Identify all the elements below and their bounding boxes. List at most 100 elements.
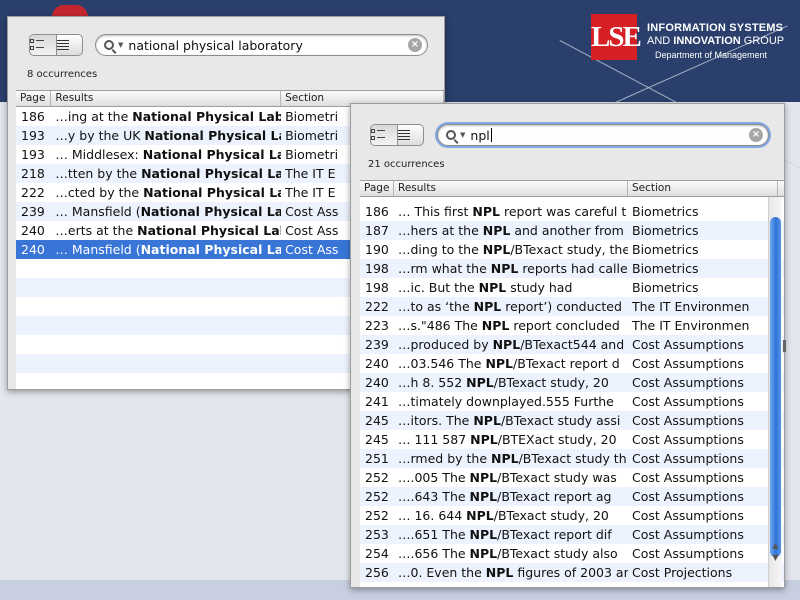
search-query-text: npl	[470, 127, 490, 143]
result-suffix: /BTexact study th	[518, 451, 627, 466]
table-row[interactable]: 240 …03.546 The NPL/BTexact report d Cost …	[360, 354, 784, 373]
search-field[interactable]: ▼ npl ×	[437, 124, 769, 146]
cell-page: 240	[21, 242, 45, 257]
column-page[interactable]: Page	[360, 181, 394, 196]
search-options-caret-icon[interactable]: ▼	[460, 131, 465, 139]
result-prefix: … This first	[398, 204, 473, 219]
result-match: NPL	[469, 527, 498, 542]
occurrence-count: 21 occurrences	[368, 159, 445, 170]
table-row[interactable]: 245 …itors. The NPL/BTexact study assi Cos…	[360, 411, 784, 430]
cell-section: Cost Assumptions	[632, 546, 744, 561]
cell-result: …produced by NPL/BTexact544 and	[394, 335, 628, 354]
cell-page: 193	[21, 128, 45, 143]
result-suffix: /BTexact study also	[497, 546, 618, 561]
result-suffix: and another from	[510, 223, 624, 238]
cell-result: …ding to the NPL/BTexact study, the	[394, 240, 628, 259]
clear-search-icon[interactable]: ×	[749, 128, 763, 142]
cell-result: …ic. But the NPL study had	[394, 278, 628, 297]
search-query[interactable]: national physical laboratory	[128, 38, 302, 53]
result-prefix: …y by the UK	[55, 128, 145, 143]
scroll-up-arrow-icon[interactable]: ▲	[771, 541, 780, 550]
result-suffix: /BTexact report dif	[497, 527, 612, 542]
result-match: NPL	[482, 223, 511, 238]
result-prefix: …ding to the	[398, 242, 483, 257]
list-view-icon[interactable]	[397, 125, 424, 145]
list-view-icon[interactable]	[56, 35, 83, 55]
cell-result: …0. Even the NPL figures of 2003 ar	[394, 563, 628, 582]
table-row[interactable]: 223 …s."486 The NPL report concluded The I…	[360, 316, 784, 335]
cell-result: …03.546 The NPL/BTexact report d	[394, 354, 628, 373]
column-results[interactable]: Results	[51, 91, 282, 106]
cell-result: ….656 The NPL/BTexact study also	[394, 544, 628, 563]
cell-section: Biometrics	[632, 223, 699, 238]
table-row[interactable]: 256 …0. Even the NPL figures of 2003 ar Co…	[360, 563, 784, 582]
result-match: National Physical Labo	[141, 166, 281, 181]
table-row[interactable]: 240 …h 8. 552 NPL/BTexact study, 20 Cost A…	[360, 373, 784, 392]
resize-handle[interactable]	[783, 340, 786, 352]
cell-result: … Mansfield (National Physical Labo	[51, 240, 281, 259]
cell-section: Cost Assumptions	[632, 508, 744, 523]
result-prefix: …hers at the	[398, 223, 483, 238]
thumbnail-view-icon[interactable]	[30, 35, 57, 55]
table-row[interactable]: 245 … 111 587 NPL/BTEXact study, 20 Cost A…	[360, 430, 784, 449]
result-match: NPL	[492, 337, 521, 352]
result-suffix: /BTexact study, 20	[493, 375, 609, 390]
view-mode-toggle[interactable]	[370, 124, 424, 146]
cell-page: 218	[21, 166, 45, 181]
search-field[interactable]: ▼ national physical laboratory ×	[95, 34, 428, 56]
result-prefix: ….656 The	[398, 546, 470, 561]
table-row[interactable]: 186 … This first NPL report was careful t…	[360, 202, 784, 221]
table-row[interactable]: 190 …ding to the NPL/BTexact study, the Bi…	[360, 240, 784, 259]
table-row[interactable]: 254 ….656 The NPL/BTexact study also Cost …	[360, 544, 784, 563]
table-row[interactable]: 252 ….643 The NPL/BTexact report ag Cost A…	[360, 487, 784, 506]
table-row[interactable]: 241 …timately downplayed.555 Furthe Cost A…	[360, 392, 784, 411]
search-options-caret-icon[interactable]: ▼	[118, 41, 123, 49]
table-row[interactable]: 253 ….651 The NPL/BTexact report dif Cost …	[360, 525, 784, 544]
result-prefix: … Middlesex:	[55, 147, 143, 162]
table-row[interactable]: 239 …produced by NPL/BTexact544 and Cost A…	[360, 335, 784, 354]
cell-result: …h 8. 552 NPL/BTexact study, 20	[394, 373, 628, 392]
cell-result: …rm what the NPL reports had calle	[394, 259, 628, 278]
search-icon	[104, 40, 114, 50]
vertical-scrollbar[interactable]: ▲ ▼	[768, 197, 782, 587]
cell-page: 252	[365, 489, 389, 504]
result-prefix: …ic. But the	[398, 280, 479, 295]
table-row[interactable]: 252 ….005 The NPL/BTexact study was Cost A…	[360, 468, 784, 487]
view-mode-toggle[interactable]	[29, 34, 83, 56]
result-match: NPL	[470, 432, 498, 447]
cell-page: 186	[21, 109, 45, 124]
cell-section: Cost Assumptions	[632, 527, 744, 542]
table-row[interactable]: 187 …hers at the NPL and another from Biom…	[360, 221, 784, 240]
column-results[interactable]: Results	[394, 181, 628, 196]
clear-search-icon[interactable]: ×	[408, 38, 422, 52]
cell-result: … Mansfield (National Physical Labo	[51, 202, 281, 221]
column-page[interactable]: Page	[16, 91, 52, 106]
org-name: INFORMATION SYSTEMS AND INNOVATION GROUP…	[647, 22, 784, 60]
table-row[interactable]: 222 …to as ‘the NPL report’) conducted The…	[360, 297, 784, 316]
cell-result: …s."486 The NPL report concluded	[394, 316, 628, 335]
result-prefix: … 111 587	[398, 432, 471, 447]
result-match: NPL	[478, 280, 507, 295]
result-match: NPL	[490, 261, 519, 276]
cell-page: 240	[21, 223, 45, 238]
scrollbar-thumb[interactable]	[770, 217, 781, 557]
search-query[interactable]: npl	[470, 127, 492, 143]
cell-result: ….651 The NPL/BTexact report dif	[394, 525, 628, 544]
result-prefix: …erts at the	[55, 223, 138, 238]
result-suffix: reports had calle	[518, 261, 628, 276]
table-row[interactable]: 198 …ic. But the NPL study had Biometrics	[360, 278, 784, 297]
column-section[interactable]: Section	[628, 181, 778, 196]
cell-section: Cost Assumptions	[632, 470, 744, 485]
result-prefix: …itors. The	[398, 413, 474, 428]
cell-page: 190	[365, 242, 389, 257]
cell-result: …y by the UK National Physical Lab	[51, 126, 281, 145]
result-match: NPL	[485, 565, 514, 580]
table-row[interactable]: 198 …rm what the NPL reports had calle Bio…	[360, 259, 784, 278]
table-row[interactable]: 252 … 16. 644 NPL/BTexact study, 20 Cost A…	[360, 506, 784, 525]
thumbnail-view-icon[interactable]	[371, 125, 398, 145]
result-suffix: /BTexact report d	[513, 356, 620, 371]
table-row[interactable]: 251 …rmed by the NPL/BTexact study th Cost…	[360, 449, 784, 468]
scroll-down-arrow-icon[interactable]: ▼	[771, 553, 780, 562]
org-line-2a: AND	[647, 35, 674, 47]
result-match: National Physical Labo	[137, 223, 281, 238]
